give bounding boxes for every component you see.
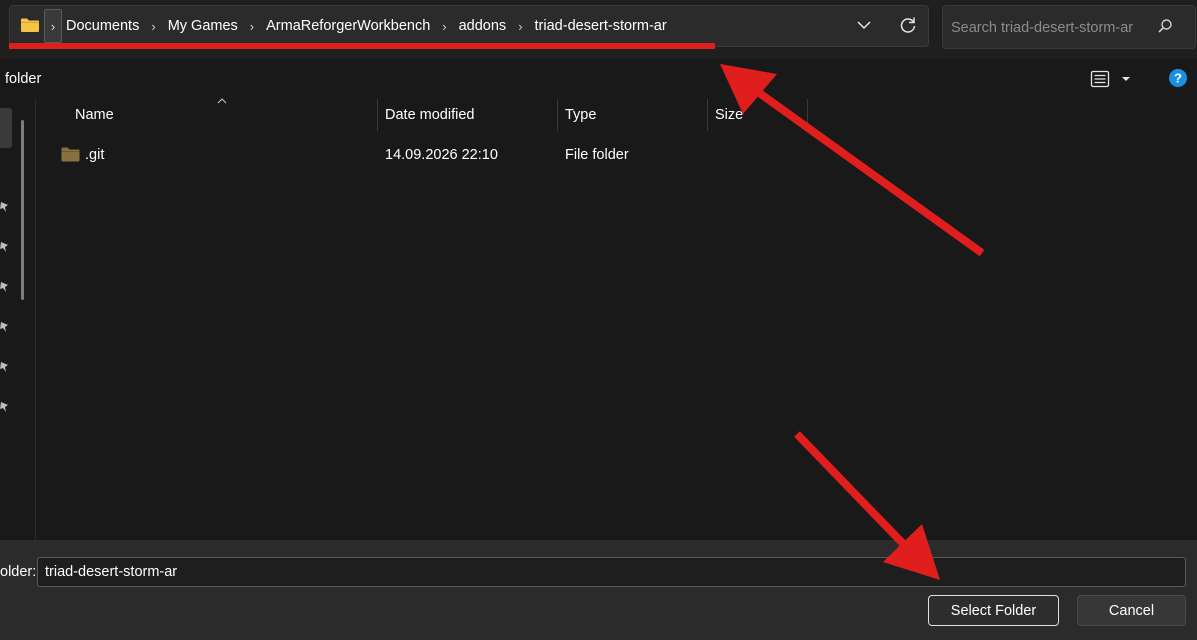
new-folder-button[interactable]: folder [5, 71, 41, 87]
chevron-right-icon[interactable]: › [151, 19, 155, 34]
column-divider[interactable] [807, 99, 808, 131]
chevron-right-icon[interactable]: › [518, 19, 522, 34]
folder-name-field[interactable] [37, 557, 1186, 587]
breadcrumb-item-current-folder[interactable]: triad-desert-storm-ar [535, 18, 667, 34]
file-date-modified: 14.09.2026 22:10 [385, 147, 498, 163]
file-name[interactable]: .git [85, 147, 104, 163]
search-input[interactable] [951, 18, 1151, 38]
breadcrumb-expander-button[interactable]: › [44, 9, 62, 43]
folder-field-label: older: [0, 564, 37, 580]
pin-icon [0, 362, 8, 372]
column-header-date-modified[interactable]: Date modified [385, 99, 555, 131]
column-header-type[interactable]: Type [565, 99, 705, 131]
column-divider[interactable] [707, 99, 708, 131]
file-type: File folder [565, 147, 629, 163]
chevron-down-icon[interactable] [855, 16, 873, 34]
folder-icon [61, 147, 80, 162]
pin-icon [0, 322, 8, 332]
breadcrumb-item-armareforgerworkbench[interactable]: ArmaReforgerWorkbench [266, 18, 430, 34]
pin-icon [0, 282, 8, 292]
breadcrumb-item-my-games[interactable]: My Games [168, 18, 238, 34]
navigation-pane[interactable] [0, 99, 36, 540]
command-bar [0, 59, 1197, 99]
folder-icon [21, 18, 39, 32]
pin-icon [0, 402, 8, 412]
column-divider[interactable] [377, 99, 378, 131]
nav-scrollbar[interactable] [21, 120, 24, 300]
select-folder-button[interactable]: Select Folder [928, 595, 1059, 626]
pin-icon [0, 202, 8, 212]
nav-selected-item[interactable] [0, 108, 12, 148]
column-header-name[interactable]: Name [75, 99, 375, 131]
column-divider[interactable] [557, 99, 558, 131]
column-header-size[interactable]: Size [715, 99, 805, 131]
help-icon[interactable]: ? [1168, 68, 1188, 88]
breadcrumb-item-addons[interactable]: addons [459, 18, 507, 34]
pin-icon [0, 242, 8, 252]
svg-text:?: ? [1174, 71, 1182, 86]
breadcrumb-item-documents[interactable]: Documents [66, 18, 139, 34]
chevron-down-icon[interactable] [1120, 74, 1132, 84]
refresh-icon[interactable] [898, 15, 918, 35]
breadcrumb: Documents › My Games › ArmaReforgerWorkb… [66, 15, 667, 37]
details-view-icon[interactable] [1090, 70, 1110, 88]
cancel-button[interactable]: Cancel [1077, 595, 1186, 626]
search-icon[interactable] [1156, 17, 1174, 35]
chevron-right-icon[interactable]: › [250, 19, 254, 34]
chevron-right-icon[interactable]: › [442, 19, 446, 34]
